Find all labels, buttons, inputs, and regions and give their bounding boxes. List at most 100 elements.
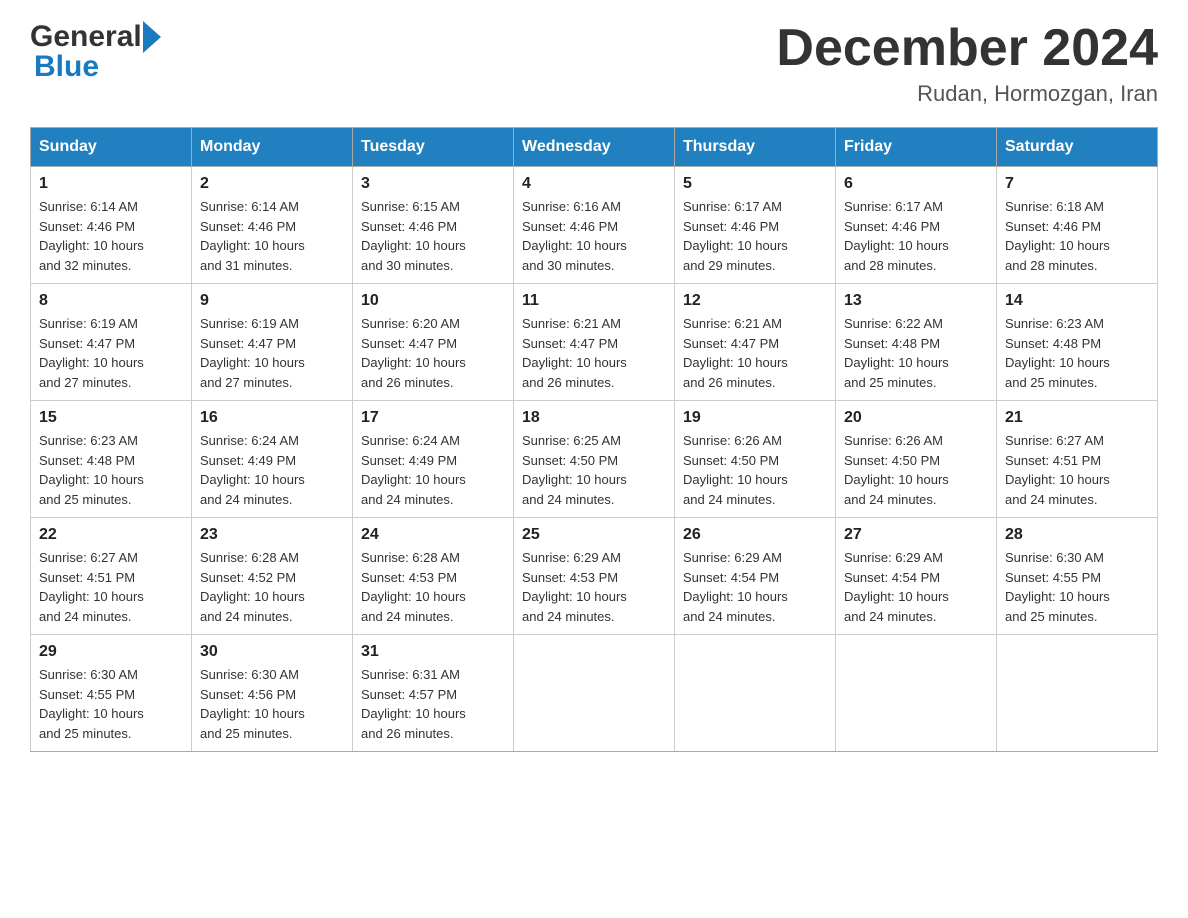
day-number: 18: [522, 409, 666, 427]
calendar-day-cell: 28 Sunrise: 6:30 AM Sunset: 4:55 PM Dayl…: [997, 518, 1158, 635]
calendar-day-cell: 30 Sunrise: 6:30 AM Sunset: 4:56 PM Dayl…: [192, 635, 353, 752]
calendar-day-cell: 27 Sunrise: 6:29 AM Sunset: 4:54 PM Dayl…: [836, 518, 997, 635]
weekday-header-sunday: Sunday: [31, 128, 192, 167]
day-info: Sunrise: 6:22 AM Sunset: 4:48 PM Dayligh…: [844, 314, 988, 392]
weekday-header-tuesday: Tuesday: [353, 128, 514, 167]
calendar-day-cell: 26 Sunrise: 6:29 AM Sunset: 4:54 PM Dayl…: [675, 518, 836, 635]
day-number: 23: [200, 526, 344, 544]
day-number: 24: [361, 526, 505, 544]
day-info: Sunrise: 6:18 AM Sunset: 4:46 PM Dayligh…: [1005, 197, 1149, 275]
day-number: 6: [844, 175, 988, 193]
day-info: Sunrise: 6:29 AM Sunset: 4:54 PM Dayligh…: [844, 548, 988, 626]
day-info: Sunrise: 6:28 AM Sunset: 4:53 PM Dayligh…: [361, 548, 505, 626]
calendar-day-cell: [514, 635, 675, 752]
weekday-header-friday: Friday: [836, 128, 997, 167]
day-info: Sunrise: 6:27 AM Sunset: 4:51 PM Dayligh…: [1005, 431, 1149, 509]
calendar-day-cell: 14 Sunrise: 6:23 AM Sunset: 4:48 PM Dayl…: [997, 284, 1158, 401]
weekday-header-wednesday: Wednesday: [514, 128, 675, 167]
calendar-table: SundayMondayTuesdayWednesdayThursdayFrid…: [30, 127, 1158, 752]
page-header: General Blue December 2024 Rudan, Hormoz…: [30, 20, 1158, 107]
day-number: 30: [200, 643, 344, 661]
day-number: 29: [39, 643, 183, 661]
day-number: 16: [200, 409, 344, 427]
day-info: Sunrise: 6:29 AM Sunset: 4:53 PM Dayligh…: [522, 548, 666, 626]
calendar-week-row: 1 Sunrise: 6:14 AM Sunset: 4:46 PM Dayli…: [31, 167, 1158, 284]
weekday-header-saturday: Saturday: [997, 128, 1158, 167]
day-number: 11: [522, 292, 666, 310]
calendar-day-cell: 17 Sunrise: 6:24 AM Sunset: 4:49 PM Dayl…: [353, 401, 514, 518]
day-info: Sunrise: 6:24 AM Sunset: 4:49 PM Dayligh…: [361, 431, 505, 509]
calendar-day-cell: 4 Sunrise: 6:16 AM Sunset: 4:46 PM Dayli…: [514, 167, 675, 284]
title-section: December 2024 Rudan, Hormozgan, Iran: [776, 20, 1158, 107]
day-info: Sunrise: 6:17 AM Sunset: 4:46 PM Dayligh…: [683, 197, 827, 275]
day-number: 26: [683, 526, 827, 544]
calendar-day-cell: 20 Sunrise: 6:26 AM Sunset: 4:50 PM Dayl…: [836, 401, 997, 518]
day-info: Sunrise: 6:27 AM Sunset: 4:51 PM Dayligh…: [39, 548, 183, 626]
day-number: 3: [361, 175, 505, 193]
day-info: Sunrise: 6:25 AM Sunset: 4:50 PM Dayligh…: [522, 431, 666, 509]
weekday-header-thursday: Thursday: [675, 128, 836, 167]
day-number: 17: [361, 409, 505, 427]
day-number: 2: [200, 175, 344, 193]
day-info: Sunrise: 6:26 AM Sunset: 4:50 PM Dayligh…: [844, 431, 988, 509]
calendar-day-cell: 16 Sunrise: 6:24 AM Sunset: 4:49 PM Dayl…: [192, 401, 353, 518]
calendar-day-cell: [997, 635, 1158, 752]
day-info: Sunrise: 6:23 AM Sunset: 4:48 PM Dayligh…: [39, 431, 183, 509]
calendar-day-cell: [675, 635, 836, 752]
day-info: Sunrise: 6:14 AM Sunset: 4:46 PM Dayligh…: [200, 197, 344, 275]
day-info: Sunrise: 6:17 AM Sunset: 4:46 PM Dayligh…: [844, 197, 988, 275]
calendar-day-cell: 19 Sunrise: 6:26 AM Sunset: 4:50 PM Dayl…: [675, 401, 836, 518]
calendar-day-cell: 15 Sunrise: 6:23 AM Sunset: 4:48 PM Dayl…: [31, 401, 192, 518]
day-number: 28: [1005, 526, 1149, 544]
calendar-week-row: 29 Sunrise: 6:30 AM Sunset: 4:55 PM Dayl…: [31, 635, 1158, 752]
calendar-day-cell: 13 Sunrise: 6:22 AM Sunset: 4:48 PM Dayl…: [836, 284, 997, 401]
weekday-header-monday: Monday: [192, 128, 353, 167]
day-info: Sunrise: 6:24 AM Sunset: 4:49 PM Dayligh…: [200, 431, 344, 509]
calendar-day-cell: 29 Sunrise: 6:30 AM Sunset: 4:55 PM Dayl…: [31, 635, 192, 752]
day-info: Sunrise: 6:14 AM Sunset: 4:46 PM Dayligh…: [39, 197, 183, 275]
day-number: 25: [522, 526, 666, 544]
day-info: Sunrise: 6:30 AM Sunset: 4:56 PM Dayligh…: [200, 665, 344, 743]
calendar-day-cell: 23 Sunrise: 6:28 AM Sunset: 4:52 PM Dayl…: [192, 518, 353, 635]
day-number: 31: [361, 643, 505, 661]
calendar-day-cell: 1 Sunrise: 6:14 AM Sunset: 4:46 PM Dayli…: [31, 167, 192, 284]
day-number: 7: [1005, 175, 1149, 193]
day-info: Sunrise: 6:19 AM Sunset: 4:47 PM Dayligh…: [39, 314, 183, 392]
day-info: Sunrise: 6:30 AM Sunset: 4:55 PM Dayligh…: [1005, 548, 1149, 626]
logo-triangle-icon: [143, 21, 161, 53]
day-info: Sunrise: 6:16 AM Sunset: 4:46 PM Dayligh…: [522, 197, 666, 275]
day-info: Sunrise: 6:30 AM Sunset: 4:55 PM Dayligh…: [39, 665, 183, 743]
day-info: Sunrise: 6:21 AM Sunset: 4:47 PM Dayligh…: [683, 314, 827, 392]
day-number: 4: [522, 175, 666, 193]
calendar-week-row: 15 Sunrise: 6:23 AM Sunset: 4:48 PM Dayl…: [31, 401, 1158, 518]
calendar-day-cell: 9 Sunrise: 6:19 AM Sunset: 4:47 PM Dayli…: [192, 284, 353, 401]
calendar-day-cell: 3 Sunrise: 6:15 AM Sunset: 4:46 PM Dayli…: [353, 167, 514, 284]
day-number: 19: [683, 409, 827, 427]
calendar-day-cell: 12 Sunrise: 6:21 AM Sunset: 4:47 PM Dayl…: [675, 284, 836, 401]
calendar-day-cell: 7 Sunrise: 6:18 AM Sunset: 4:46 PM Dayli…: [997, 167, 1158, 284]
logo: General Blue: [30, 20, 162, 84]
day-info: Sunrise: 6:23 AM Sunset: 4:48 PM Dayligh…: [1005, 314, 1149, 392]
day-number: 10: [361, 292, 505, 310]
calendar-day-cell: 6 Sunrise: 6:17 AM Sunset: 4:46 PM Dayli…: [836, 167, 997, 284]
calendar-week-row: 22 Sunrise: 6:27 AM Sunset: 4:51 PM Dayl…: [31, 518, 1158, 635]
day-number: 12: [683, 292, 827, 310]
location-subtitle: Rudan, Hormozgan, Iran: [776, 81, 1158, 107]
day-number: 5: [683, 175, 827, 193]
calendar-day-cell: 31 Sunrise: 6:31 AM Sunset: 4:57 PM Dayl…: [353, 635, 514, 752]
calendar-day-cell: [836, 635, 997, 752]
day-number: 8: [39, 292, 183, 310]
calendar-day-cell: 24 Sunrise: 6:28 AM Sunset: 4:53 PM Dayl…: [353, 518, 514, 635]
calendar-day-cell: 22 Sunrise: 6:27 AM Sunset: 4:51 PM Dayl…: [31, 518, 192, 635]
day-number: 9: [200, 292, 344, 310]
calendar-week-row: 8 Sunrise: 6:19 AM Sunset: 4:47 PM Dayli…: [31, 284, 1158, 401]
calendar-day-cell: 10 Sunrise: 6:20 AM Sunset: 4:47 PM Dayl…: [353, 284, 514, 401]
day-number: 27: [844, 526, 988, 544]
day-number: 21: [1005, 409, 1149, 427]
calendar-day-cell: 2 Sunrise: 6:14 AM Sunset: 4:46 PM Dayli…: [192, 167, 353, 284]
day-number: 20: [844, 409, 988, 427]
day-info: Sunrise: 6:28 AM Sunset: 4:52 PM Dayligh…: [200, 548, 344, 626]
day-info: Sunrise: 6:15 AM Sunset: 4:46 PM Dayligh…: [361, 197, 505, 275]
logo-general-text: General: [30, 20, 142, 54]
calendar-day-cell: 18 Sunrise: 6:25 AM Sunset: 4:50 PM Dayl…: [514, 401, 675, 518]
